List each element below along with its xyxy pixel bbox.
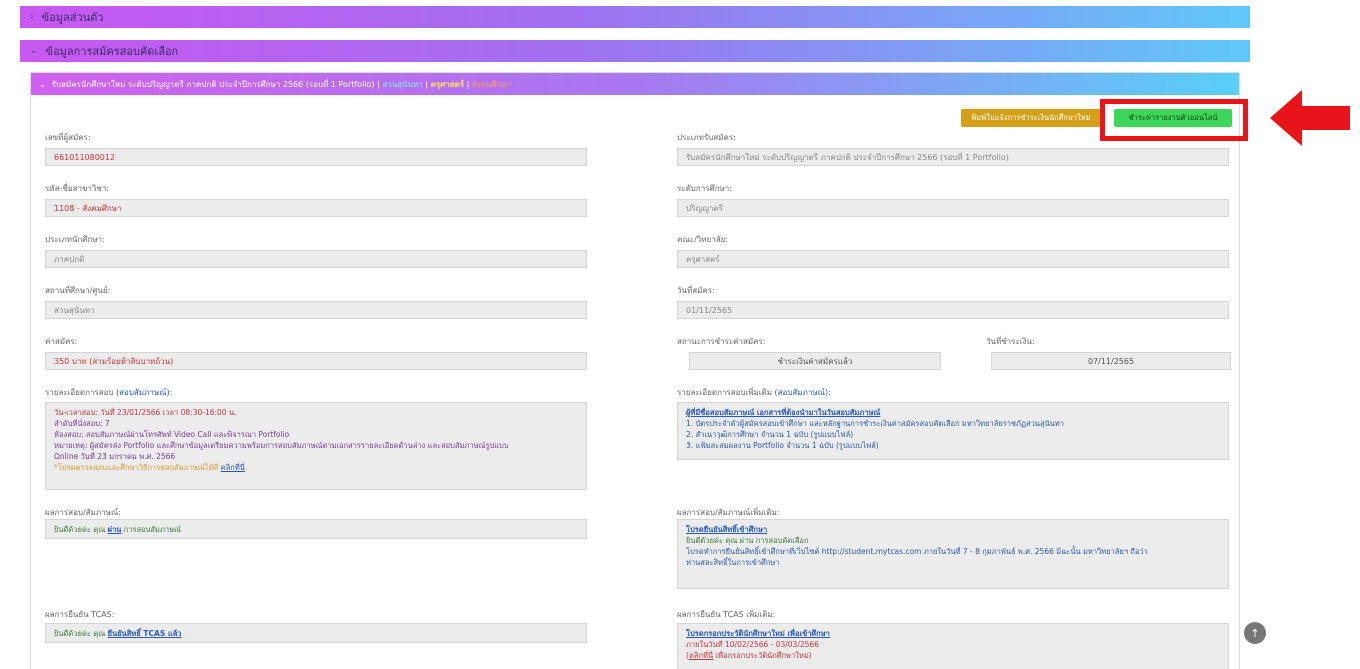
extra-result-line-3: ท่านสละสิทธิ์ในการเข้าศึกษา <box>686 558 780 567</box>
exam-seat-line: ลำดับที่นั่งสอบ: 7 <box>54 419 110 428</box>
card-faculty: ครุศาสตร์ <box>430 79 465 89</box>
apply-date-label: วันที่สมัคร: <box>677 286 715 295</box>
extra-exam-label-sub: (สอบสัมภาษณ์): <box>774 388 831 397</box>
chevron-down-icon: ⌄ <box>30 46 38 56</box>
accordion-personal-label: ข้อมูลส่วนตัว <box>41 11 104 24</box>
faculty-label: คณะ/วิทยาลัย: <box>677 235 728 244</box>
extra-tcas-label: ผลการยืนยัน TCAS เพิ่มเติม: <box>677 610 776 619</box>
fee-field: 350 บาท (สามร้อยห้าสิบบาทถ้วน) <box>45 352 587 370</box>
accordion-personal-info[interactable]: › ข้อมูลส่วนตัว <box>20 6 1250 28</box>
campus-field: สวนสุนันทา <box>45 301 587 319</box>
exam-details-label-main: รายละเอียดการสอบ <box>45 388 114 397</box>
extra-result-line-2: โปรดทำการยืนยันสิทธิ์เข้าศึกษาที่เว็บไซต… <box>686 547 1148 556</box>
tcas-label: ผลการยืนยัน TCAS: <box>45 610 115 619</box>
exam-room-line: ห้องสอบ: สอบสัมภาษณ์ผ่านโทรศัพท์ Video C… <box>54 430 290 439</box>
exam-info-line: *โปรดตรวจสอบและศึกษาวิธีการสอบสัมภาษณ์ได… <box>54 462 578 473</box>
result-pass: ผ่าน <box>107 525 122 534</box>
extra-exam-label: รายละเอียดการสอบเพิ่มเติม (สอบสัมภาษณ์): <box>677 386 831 399</box>
print-payment-slip-button[interactable]: พิมพ์ใบแจ้งการชำระเงินนักศึกษาใหม่ <box>961 109 1101 127</box>
applicant-no-field: 661011080012 <box>45 148 587 166</box>
left-arrow-icon <box>1270 90 1350 146</box>
faculty-field: ครุศาสตร์ <box>677 250 1229 268</box>
card-campus: สวนสุนันทา <box>382 79 423 89</box>
exam-info-text: *โปรดตรวจสอบและศึกษาวิธีการสอบสัมภาษณ์ได… <box>54 463 219 472</box>
tcas-prefix: ยินดีด้วยค่ะ คุณ <box>54 629 106 638</box>
extra-tcas-box: โปรดกรอกประวัตินักศึกษาใหม่ เพื่อเข้าศึก… <box>677 623 1229 669</box>
extra-tcas-title[interactable]: โปรดกรอกประวัตินักศึกษาใหม่ เพื่อเข้าศึก… <box>686 628 1220 639</box>
level-label: ระดับการศึกษา: <box>677 184 732 193</box>
pay-status-field: ชำระเงินค่าสมัครแล้ว <box>689 352 941 370</box>
pay-status-label: สถานะการชำระค่าสมัคร: <box>677 337 766 346</box>
exam-info-link[interactable]: คลิกที่นี่ <box>221 463 245 472</box>
highlight-box <box>1100 99 1248 141</box>
exam-note-line-2: Online วันที่ 23 มกราคม พ.ศ. 2566 <box>54 452 176 461</box>
chevron-down-icon: ⌄ <box>39 79 46 89</box>
pay-date-label: วันที่ชำระเงิน: <box>986 337 1035 346</box>
exam-note-line: หมายเหตุ: ผู้สมัครส่ง Portfolio และศึกษา… <box>54 441 509 450</box>
exam-details-label-sub: (สอบสัมภาษณ์): <box>116 388 173 397</box>
card-major: สังคมศึกษา <box>471 79 512 89</box>
student-type-field: ภาคปกติ <box>45 250 587 268</box>
card-title-prefix: รับสมัครนักศึกษาใหม่ ระดับปริญญาตรี ภาคป… <box>51 79 380 89</box>
extra-exam-line-1: 1. บัตรประจำตัวผู้สมัครสอบเข้าศึกษา และห… <box>686 419 1064 428</box>
card-separator: | <box>425 79 429 89</box>
extra-tcas-line-1: ภายในวันที่ 10/02/2566 - 03/03/2566 <box>686 640 819 649</box>
extra-result-title[interactable]: โปรดยืนยันสิทธิ์เข้าศึกษา <box>686 524 1220 535</box>
extra-result-line-1: ยินดีด้วยค่ะ คุณ ผ่าน การสอบคัดเลือก <box>686 536 809 545</box>
pay-date-field: 07/11/2565 <box>991 352 1231 370</box>
major-field: 1108 - สังคมศึกษา <box>45 199 587 217</box>
scroll-to-top-button[interactable]: ↑ <box>1244 622 1266 644</box>
extra-exam-label-main: รายละเอียดการสอบเพิ่มเติม <box>677 388 772 397</box>
extra-exam-box: ผู้ที่มีชื่อสอบสัมภาษณ์ เอกสารที่ต้องนำม… <box>677 402 1229 460</box>
apply-type-field: รับสมัครนักศึกษาใหม่ ระดับปริญญาตรี ภาคป… <box>677 148 1229 166</box>
extra-result-label: ผลการสอบ/สัมภาษณ์เพิ่มเติม: <box>677 508 780 517</box>
extra-tcas-link[interactable]: คลิกที่นี่ <box>689 651 713 660</box>
exam-details-box: วัน-เวลาสอบ: วันที่ 23/01/2566 เวลา 08:3… <box>45 402 587 490</box>
card-separator: | <box>466 79 470 89</box>
extra-result-box: โปรดยืนยันสิทธิ์เข้าศึกษา ยินดีด้วยค่ะ ค… <box>677 519 1229 589</box>
exam-details-label: รายละเอียดการสอบ (สอบสัมภาษณ์): <box>45 386 172 399</box>
apply-type-label: ประเภทรับสมัคร: <box>677 133 736 142</box>
extra-exam-title: ผู้ที่มีชื่อสอบสัมภาษณ์ เอกสารที่ต้องนำม… <box>686 408 881 417</box>
extra-tcas-line-2: (คลิกที่นี่ เพื่อกรอกประวัตินักศึกษาใหม่… <box>686 651 812 660</box>
applicant-no-label: เลขที่ผู้สมัคร: <box>45 133 91 142</box>
fee-label: ค่าสมัคร: <box>45 337 78 346</box>
extra-exam-line-2: 2. สำเนาวุฒิการศึกษา จำนวน 1 ฉบับ (รูปแบ… <box>686 430 854 439</box>
extra-tcas-link-suffix: เพื่อกรอกประวัตินักศึกษาใหม่ <box>715 651 809 660</box>
tcas-confirmed-link[interactable]: ยืนยันสิทธิ์ TCAS แล้ว <box>108 629 182 638</box>
accordion-application-label: ข้อมูลการสมัครสอบคัดเลือก <box>45 45 179 58</box>
application-card: ⌄ รับสมัครนักศึกษาใหม่ ระดับปริญญาตรี ภา… <box>30 72 1240 669</box>
level-field: ปริญญาตรี <box>677 199 1229 217</box>
application-card-header[interactable]: ⌄ รับสมัครนักศึกษาใหม่ ระดับปริญญาตรี ภา… <box>31 73 1239 95</box>
result-suffix: การสอบสัมภาษณ์ <box>123 525 181 534</box>
extra-exam-line-3: 3. แฟ้มสะสมผลงาน Portfolio จำนวน 1 ฉบับ … <box>686 441 879 450</box>
major-label: รหัส-ชื่อสาขาวิชา: <box>45 184 110 193</box>
result-prefix: ยินดีด้วยค่ะ คุณ <box>54 525 106 534</box>
apply-date-field: 01/11/2565 <box>677 301 1229 319</box>
tcas-box: ยินดีด้วยค่ะ คุณ ยืนยันสิทธิ์ TCAS แล้ว <box>45 623 587 643</box>
chevron-right-icon: › <box>30 12 34 22</box>
accordion-application-info[interactable]: ⌄ ข้อมูลการสมัครสอบคัดเลือก <box>20 40 1250 62</box>
result-box: ยินดีด้วยค่ะ คุณ ผ่าน การสอบสัมภาษณ์ <box>45 519 587 539</box>
student-type-label: ประเภทนักศึกษา: <box>45 235 105 244</box>
campus-label: สถานที่ศึกษา/ศูนย์: <box>45 286 111 295</box>
exam-date-line: วัน-เวลาสอบ: วันที่ 23/01/2566 เวลา 08:3… <box>54 408 237 417</box>
result-label: ผลการสอบ/สัมภาษณ์: <box>45 508 121 517</box>
